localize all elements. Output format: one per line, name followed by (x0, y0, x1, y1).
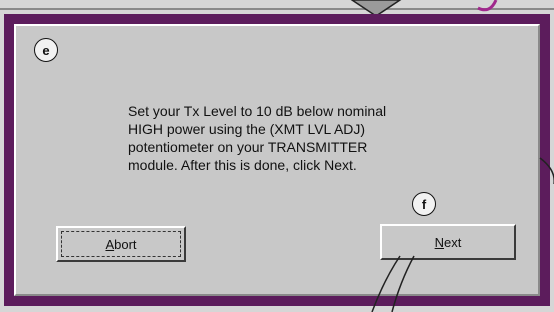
side-leader (539, 157, 554, 184)
leader-lines (371, 157, 554, 312)
callout-leader-f (371, 255, 415, 312)
